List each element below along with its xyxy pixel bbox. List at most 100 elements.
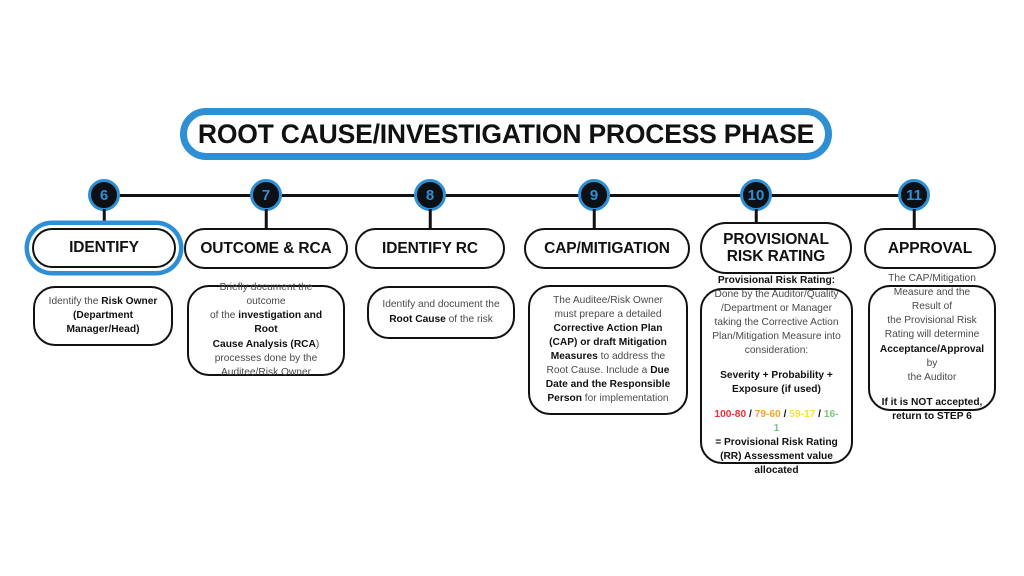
phase-pill-identify-rc[interactable]: IDENTIFY RC (355, 228, 505, 269)
description-card-7-text: Briefly document the outcome of the inve… (199, 281, 333, 380)
card10-heading: Provisional Risk Rating: (717, 274, 836, 286)
card11-p6: the Auditor (907, 371, 957, 383)
description-card-9: The Auditee/Risk Owner must prepare a de… (528, 285, 688, 415)
risk-rating-range-row: 100-80 / 79-60 / 59-17 / 16-1 (712, 408, 841, 436)
description-card-9-text: The Auditee/Risk Owner must prepare a de… (546, 294, 671, 407)
step-marker-10-number: 10 (747, 186, 765, 204)
phase-title-text: ROOT CAUSE/INVESTIGATION PROCESS PHASE (197, 118, 815, 149)
risk-range-separator-2: / (783, 409, 787, 421)
card8-p2-plain: of the risk (445, 313, 493, 325)
step-stem-9 (592, 209, 596, 229)
phase-pill-outcome-rca-label: OUTCOME & RCA (200, 239, 332, 257)
card10-result-2: (RR) Assessment value (720, 451, 833, 463)
risk-range-separator-3: / (818, 409, 822, 421)
card8-p1: Identify and document the (382, 299, 500, 311)
step-stem-7 (264, 209, 268, 229)
card9-p5-plain: to address the (597, 351, 666, 362)
card9-p2: must prepare a detailed (554, 308, 662, 320)
step-stem-6 (102, 209, 106, 229)
step-marker-7-number: 7 (261, 186, 271, 204)
risk-range-red: 100-80 (714, 409, 747, 421)
card11-p5-plain: by (926, 357, 938, 369)
description-card-7: Briefly document the outcome of the inve… (187, 282, 345, 378)
description-card-6: Identify the Risk Owner (Department Mana… (33, 286, 173, 346)
card10-p1: Done by the Auditor/Quality (714, 288, 839, 300)
phase-pill-cap-mitigation-label: CAP/MITIGATION (544, 239, 670, 257)
phase-pill-cap-mitigation[interactable]: CAP/MITIGATION (524, 228, 690, 269)
step-marker-10[interactable]: 10 (740, 179, 772, 211)
card10-gap-1 (712, 358, 841, 369)
description-card-10-text: Provisional Risk Rating: Done by the Aud… (712, 274, 841, 409)
step-marker-6-number: 6 (99, 186, 109, 204)
card11-note-2: return to STEP 6 (892, 410, 972, 422)
card6-line2-bold: (Department (72, 309, 133, 321)
card10-p5: consideration: (744, 344, 809, 356)
step-marker-8-number: 8 (425, 186, 435, 204)
card9-p3-bold: Corrective Action Plan (553, 322, 663, 334)
card7-p2-plain: of the (209, 310, 239, 322)
step-marker-7[interactable]: 7 (250, 179, 282, 211)
card7-p1: Briefly document the outcome (219, 282, 313, 308)
description-card-8-text: Identify and document the Root Cause of … (382, 298, 499, 326)
description-card-8: Identify and document the Root Cause of … (367, 286, 515, 339)
card9-p8-bold: Person (547, 393, 582, 405)
card10-p4: Plan/Mitigation Measure into (712, 330, 841, 342)
diagram-canvas: ROOT CAUSE/INVESTIGATION PROCESS PHASE 6… (0, 0, 1024, 576)
description-card-10-result: = Provisional Risk Rating (RR) Assessmen… (715, 436, 838, 478)
card7-p5: Auditee/Risk Owner (220, 366, 312, 378)
card9-p8-plain: for implementation (581, 393, 669, 405)
card10-p3: taking the Corrective Action (714, 316, 839, 328)
step-marker-9-number: 9 (589, 186, 599, 204)
card11-note-1: If it is NOT accepted, (881, 396, 983, 408)
card7-p3-plain: ) (315, 338, 320, 350)
card9-p6-plain: Root Cause. Include a (546, 365, 651, 377)
phase-pill-approval[interactable]: APPROVAL (864, 228, 996, 269)
phase-pill-identify-rc-label: IDENTIFY RC (382, 239, 478, 257)
card7-p2-bold: investigation and Root (238, 310, 323, 336)
card10-result-1: = Provisional Risk Rating (715, 437, 838, 449)
phase-pill-prr-line2: RISK RATING (726, 248, 826, 265)
card10-formula-2: Exposure (if used) (732, 384, 821, 396)
phase-pill-outcome-rca[interactable]: OUTCOME & RCA (184, 228, 348, 269)
phase-title-banner: ROOT CAUSE/INVESTIGATION PROCESS PHASE (180, 108, 832, 160)
card11-p4: Rating will determine (884, 329, 980, 341)
card7-p4: processes done by the (214, 352, 318, 364)
phase-pill-approval-label: APPROVAL (887, 239, 973, 257)
step-marker-9[interactable]: 9 (578, 179, 610, 211)
description-card-11: The CAP/Mitigation Measure and the Resul… (868, 273, 996, 422)
step-marker-6[interactable]: 6 (88, 179, 120, 211)
card11-p2: Measure and the Result of (893, 287, 971, 313)
step-marker-11-number: 11 (906, 186, 922, 204)
description-card-10: Provisional Risk Rating: Done by the Aud… (700, 275, 853, 476)
card10-gap-2 (712, 397, 841, 408)
card9-p7-bold: Date and the Responsible (545, 379, 671, 391)
card10-formula-1: Severity + Probability + (720, 369, 833, 381)
description-card-6-text: Identify the Risk Owner (Department Mana… (49, 295, 158, 337)
phase-pill-identify-label: IDENTIFY (69, 239, 139, 257)
step-marker-11[interactable]: 11 (898, 179, 930, 211)
card6-line1-bold: Risk Owner (101, 295, 158, 307)
step-marker-8[interactable]: 8 (414, 179, 446, 211)
phase-pill-provisional-risk-rating-label: PROVISIONAL RISK RATING (723, 231, 829, 266)
card11-p5-bold: Acceptance/Approval (879, 343, 985, 355)
description-card-11-text: The CAP/Mitigation Measure and the Resul… (880, 272, 984, 424)
phase-pill-identify[interactable]: IDENTIFY (32, 228, 176, 268)
step-stem-8 (428, 209, 432, 229)
risk-range-orange: 79-60 (754, 409, 781, 421)
risk-range-separator-1: / (748, 409, 752, 421)
card9-p4-bold: (CAP) or draft Mitigation (549, 336, 667, 348)
card10-result-3: allocated (754, 465, 799, 477)
step-stem-11 (912, 209, 916, 229)
card11-p3: the Provisional Risk (887, 315, 977, 327)
card11-p1: The CAP/Mitigation (888, 273, 976, 285)
card8-p2-bold: Root Cause (389, 313, 446, 325)
card10-p2: /Department or Manager (721, 302, 832, 314)
card9-p6-bold: Due (650, 365, 670, 377)
card7-p3-bold: Cause Analysis (RCA (212, 338, 316, 350)
timeline-spine (104, 194, 914, 197)
card9-p5-bold: Measures (550, 351, 598, 362)
phase-pill-prr-line1: PROVISIONAL (723, 230, 829, 248)
phase-pill-provisional-risk-rating[interactable]: PROVISIONAL RISK RATING (700, 222, 852, 274)
card6-line1-plain: Identify the (48, 295, 102, 307)
risk-range-yellow: 59-17 (789, 409, 816, 421)
